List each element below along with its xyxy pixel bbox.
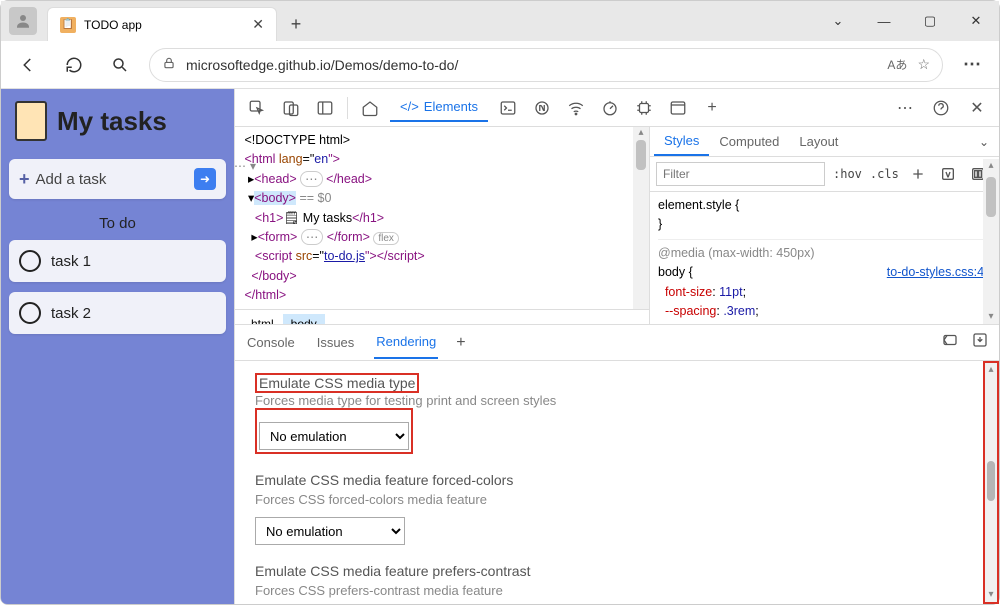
menu-button[interactable]: ⋯ [955, 48, 989, 82]
tab-computed[interactable]: Computed [709, 128, 789, 155]
crumb-html[interactable]: html [243, 314, 282, 324]
submit-task-button[interactable]: ➜ [194, 168, 216, 190]
chevron-down-icon[interactable]: ⌄ [979, 135, 995, 149]
performance-icon[interactable] [596, 94, 624, 122]
cls-toggle[interactable]: .cls [870, 167, 899, 181]
drawer: Console Issues Rendering + Emulate CSS m… [235, 324, 999, 604]
emulate-media-type-select[interactable]: No emulation [259, 422, 409, 450]
tab-console[interactable]: Console [245, 327, 297, 358]
console-icon[interactable] [494, 94, 522, 122]
tab-close-icon[interactable]: ✕ [252, 16, 264, 33]
refresh-button[interactable] [57, 48, 91, 82]
tab-favicon: 📋 [60, 17, 76, 33]
hov-toggle[interactable]: :hov [833, 167, 862, 181]
panel-icon[interactable] [311, 94, 339, 122]
css-rules[interactable]: element.style { } @media (max-width: 450… [650, 192, 999, 324]
clipboard-icon [15, 101, 47, 141]
task-label: task 1 [51, 253, 91, 270]
welcome-icon[interactable] [356, 94, 384, 122]
task-item[interactable]: task 1 [9, 240, 226, 282]
filter-input[interactable] [656, 162, 825, 186]
close-window-button[interactable]: ✕ [953, 1, 999, 41]
section-title: To do [9, 215, 226, 232]
reader-icon[interactable]: Aあ [887, 56, 907, 73]
maximize-button[interactable]: ▢ [907, 1, 953, 41]
styles-panel: Styles Computed Layout ⌄ :hov .cls [649, 127, 999, 324]
more-tabs-icon[interactable]: + [698, 94, 726, 122]
back-button[interactable] [11, 48, 45, 82]
dom-tree[interactable]: <!DOCTYPE html> <html lang="en"> ▸<head>… [235, 127, 633, 309]
tab-title: TODO app [84, 18, 244, 32]
url-text: microsoftedge.github.io/Demos/demo-to-do… [186, 57, 877, 73]
add-task-placeholder: Add a task [36, 171, 194, 188]
rendering-panel: Emulate CSS media type Forces media type… [235, 361, 983, 604]
sources-icon[interactable] [528, 94, 556, 122]
expand-icon[interactable] [941, 331, 959, 354]
lock-icon [162, 56, 176, 73]
emulate-media-type-desc: Forces media type for testing print and … [255, 393, 963, 408]
minimize-button[interactable]: ― [861, 1, 907, 41]
forced-colors-select[interactable]: No emulation [255, 517, 405, 545]
device-icon[interactable] [277, 94, 305, 122]
plus-icon: + [19, 169, 30, 190]
chevron-down-icon[interactable]: ⌄ [815, 1, 861, 41]
tab-issues[interactable]: Issues [315, 327, 357, 358]
network-icon[interactable] [562, 94, 590, 122]
task-item[interactable]: task 2 [9, 292, 226, 334]
browser-toolbar: microsoftedge.github.io/Demos/demo-to-do… [1, 41, 999, 89]
breadcrumb[interactable]: html body [235, 309, 649, 324]
devtools: </>Elements + ⋯ ✕ ⋯ ▾ <!DOCT [234, 89, 999, 604]
prefers-contrast-label: Emulate CSS media feature prefers-contra… [255, 563, 963, 579]
devtools-tabbar: </>Elements + ⋯ ✕ [235, 89, 999, 127]
tab-styles[interactable]: Styles [654, 127, 709, 156]
task-label: task 2 [51, 305, 91, 322]
dom-scrollbar[interactable]: ▴ [633, 127, 649, 309]
titlebar: 📋 TODO app ✕ + ⌄ ― ▢ ✕ [1, 1, 999, 41]
memory-icon[interactable] [630, 94, 658, 122]
forced-colors-label: Emulate CSS media feature forced-colors [255, 472, 963, 488]
forced-colors-desc: Forces CSS forced-colors media feature [255, 492, 963, 507]
tab-elements[interactable]: </>Elements [390, 93, 488, 122]
task-checkbox[interactable] [19, 302, 41, 324]
browser-tab[interactable]: 📋 TODO app ✕ [47, 7, 277, 41]
new-rule-icon[interactable] [907, 163, 929, 185]
tab-layout[interactable]: Layout [789, 128, 848, 155]
source-link[interactable]: to-do-styles.css:40 [887, 263, 991, 282]
new-tab-button[interactable]: + [281, 9, 311, 39]
tab-rendering[interactable]: Rendering [374, 326, 438, 359]
dom-actions[interactable]: ⋯ ▾ [235, 159, 256, 173]
inspect-icon[interactable] [243, 94, 271, 122]
task-checkbox[interactable] [19, 250, 41, 272]
page-title: My tasks [57, 106, 167, 137]
prefers-contrast-desc: Forces CSS prefers-contrast media featur… [255, 583, 963, 598]
crumb-body[interactable]: body [283, 314, 325, 324]
profile-button[interactable] [9, 7, 37, 35]
search-button[interactable] [103, 48, 137, 82]
add-task-bar[interactable]: + Add a task ➜ [9, 159, 226, 199]
close-devtools-icon[interactable]: ✕ [963, 94, 991, 122]
drawer-scrollbar[interactable]: ▴ ▾ [983, 361, 999, 604]
address-bar[interactable]: microsoftedge.github.io/Demos/demo-to-do… [149, 48, 943, 82]
favorite-icon[interactable]: ☆ [917, 56, 930, 73]
font-editor-icon[interactable] [937, 163, 959, 185]
help-icon[interactable] [927, 94, 955, 122]
emulate-media-type-label: Emulate CSS media type [259, 375, 415, 391]
styles-scrollbar[interactable]: ▴▾ [983, 159, 999, 324]
application-icon[interactable] [664, 94, 692, 122]
more-tools-icon[interactable]: + [456, 334, 465, 352]
more-icon[interactable]: ⋯ [891, 94, 919, 122]
download-icon[interactable] [971, 331, 989, 354]
todo-app: My tasks + Add a task ➜ To do task 1 tas… [1, 89, 234, 604]
